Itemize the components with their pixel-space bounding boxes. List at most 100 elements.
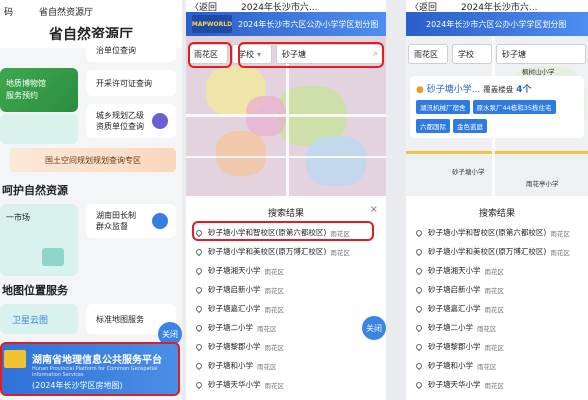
result-district: 雨花区	[484, 381, 505, 390]
close-label: 关闭	[162, 329, 178, 339]
planning-label-1: 城乡规划乙级	[96, 111, 144, 120]
result-name: 砂子塘天华小学	[208, 380, 261, 389]
result-district: 雨花区	[257, 362, 277, 371]
district-select[interactable]: 雨花区	[408, 44, 448, 64]
type-select[interactable]: 学校	[452, 44, 492, 64]
planning-card[interactable]: 城乡规划乙级 资质单位查询	[86, 104, 176, 138]
location-pin-icon	[194, 361, 204, 370]
museum-card[interactable]: 地质博物馆 服务预约	[0, 68, 78, 112]
close-button[interactable]: 关闭	[362, 316, 386, 340]
highlight-district	[188, 42, 232, 68]
results-title: 搜索结果	[478, 209, 515, 219]
list-item[interactable]: 砂子塘和小学 雨花区	[194, 360, 277, 371]
result-name: 砂子塘小学和智校区(原第六都校区)	[428, 228, 547, 237]
result-district: 雨花区	[264, 305, 285, 314]
result-district: 雨花区	[550, 229, 570, 238]
close-label: 关闭	[366, 323, 382, 333]
map-label-1: 枫树山小学	[522, 68, 555, 76]
location-pin-icon	[414, 323, 424, 332]
list-item[interactable]: 砂子塘黎郡小学 雨花区	[194, 341, 285, 352]
result-name: 砂子塘天华小学	[428, 380, 481, 389]
list-item[interactable]: 砂子塘天华小学 雨花区	[194, 379, 285, 390]
result-district: 雨花区	[484, 343, 505, 352]
back-button[interactable]: 〈返回	[190, 0, 217, 13]
market-icon	[42, 248, 64, 266]
result-district: 雨花区	[257, 324, 277, 333]
mapworld-logo: MAPWORLD	[192, 15, 232, 33]
permit-card[interactable]: 开采许可证查询	[86, 70, 176, 96]
location-pin-icon	[414, 266, 424, 275]
result-name: 砂子塘启新小学	[428, 285, 481, 294]
list-item[interactable]: 砂子塘启新小学 雨花区	[414, 284, 505, 295]
result-district: 雨花区	[477, 324, 497, 333]
list-item[interactable]: 砂子塘嘉汇小学 雨花区	[414, 303, 504, 314]
result-district: 雨花区	[264, 286, 285, 295]
nav-bar: 〈返回 2024年长沙市六...	[186, 0, 386, 13]
result-name: 砂子塘二小学	[208, 323, 253, 332]
location-pin-icon	[414, 228, 424, 237]
nav-title: 2024年长沙市六...	[241, 2, 318, 13]
result-name: 砂子塘黎郡小学	[428, 342, 481, 351]
district-value: 雨花区	[414, 49, 438, 59]
location-pin-icon	[414, 304, 424, 313]
list-item[interactable]: 砂子塘小学和美校区(原万博汇校区) 雨花区	[194, 246, 350, 257]
back-label[interactable]: 码	[4, 5, 13, 18]
location-pin-icon	[194, 380, 204, 389]
result-title: 砂子塘小学...	[426, 85, 481, 95]
satellite-label: 卫星云图	[12, 315, 49, 326]
estate-tag[interactable]: 金色蓝庭	[453, 119, 487, 133]
result-name: 砂子塘小学和美校区(原万博汇校区)	[208, 247, 327, 256]
highlight-first-result	[192, 221, 374, 241]
list-item[interactable]: 砂子塘小学和智校区(原第六都校区) 雨花区	[414, 227, 570, 238]
topbar-title: 省自然资源厅	[39, 7, 94, 18]
list-item[interactable]: 砂子塘湘天小学 雨花区	[414, 265, 505, 276]
museum-extra-card[interactable]	[0, 114, 78, 144]
planning-zone-bar[interactable]: 国土空间规划规划查询专区	[10, 148, 176, 172]
map-search-screen: 〈返回 2024年长沙市六... MAPWORLD 2024年长沙市六区公办小学…	[186, 0, 386, 400]
list-item[interactable]: 砂子塘启新小学 雨花区	[194, 284, 285, 295]
list-item[interactable]: 砂子塘黎郡小学 雨花区	[414, 341, 505, 352]
list-item[interactable]: 砂子塘嘉汇小学 雨花区	[194, 303, 285, 314]
results-title: 搜索结果	[267, 209, 304, 219]
list-item[interactable]: 砂子塘二小学 雨花区	[194, 322, 277, 333]
market-card[interactable]: 一市场	[0, 204, 78, 276]
result-district: 雨花区	[484, 286, 505, 295]
location-pin-icon: ●	[416, 85, 424, 95]
result-name: 砂子塘和小学	[428, 361, 473, 370]
list-item[interactable]: 砂子塘和小学 雨花区	[414, 360, 497, 371]
market-label: 一市场	[6, 213, 30, 222]
supervise-card[interactable]: 湖南田长制 群众监督	[86, 204, 176, 238]
result-district: 雨花区	[264, 381, 285, 390]
close-icon[interactable]: ×	[370, 204, 378, 215]
planning-label-2: 资质单位查询	[96, 122, 144, 131]
result-district: 雨花区	[264, 267, 285, 276]
location-pin-icon	[194, 247, 204, 256]
result-district: 雨花区	[264, 343, 285, 352]
estate-tag[interactable]: 原水泵厂44栋和35栋住宅	[472, 100, 556, 114]
tag-list: 湖汛机械厂宿舍 原水泵厂44栋和35栋住宅六都国际 金色蓝庭	[416, 95, 578, 133]
list-item[interactable]: 砂子塘天华小学 雨花区	[414, 379, 505, 390]
location-pin-icon	[414, 285, 424, 294]
location-pin-icon	[414, 361, 424, 370]
result-name: 砂子塘启新小学	[208, 285, 261, 294]
result-district: 雨花区	[484, 267, 505, 276]
result-name: 砂子塘黎郡小学	[208, 342, 261, 351]
list-item[interactable]: 砂子塘二小学 雨花区	[414, 322, 497, 333]
list-item[interactable]: 砂子塘小学和美校区(原万博汇校区) 雨花区	[414, 246, 570, 257]
map-title: 2024年长沙市六区公办小学学区划分图	[426, 19, 567, 29]
estate-tag[interactable]: 六都国际	[416, 119, 450, 133]
supervise-label-1: 湖南田长制	[96, 211, 136, 220]
result-card[interactable]: ● 砂子塘小学... 覆盖楼盘 4个 湖汛机械厂宿舍 原水泵厂44栋和35栋住宅六…	[410, 76, 584, 138]
back-button[interactable]: 〈返回	[410, 0, 437, 13]
map-label-3: 雨花亭小学	[526, 180, 559, 188]
satellite-card[interactable]: 卫星云图	[0, 304, 78, 334]
type-value: 学校	[458, 49, 474, 59]
location-pin-icon	[414, 380, 424, 389]
shield-icon	[152, 213, 168, 229]
search-input[interactable]: 砂子塘	[496, 44, 586, 64]
list-item[interactable]: 砂子塘湘天小学 雨花区	[194, 265, 285, 276]
nav-bar: 〈返回 2024年长沙市六...	[406, 0, 588, 13]
mine-unit-card[interactable]: 治单位查询	[86, 38, 176, 62]
estate-tag[interactable]: 湖汛机械厂宿舍	[416, 100, 470, 114]
supervise-label-2: 群众监督	[96, 222, 128, 231]
